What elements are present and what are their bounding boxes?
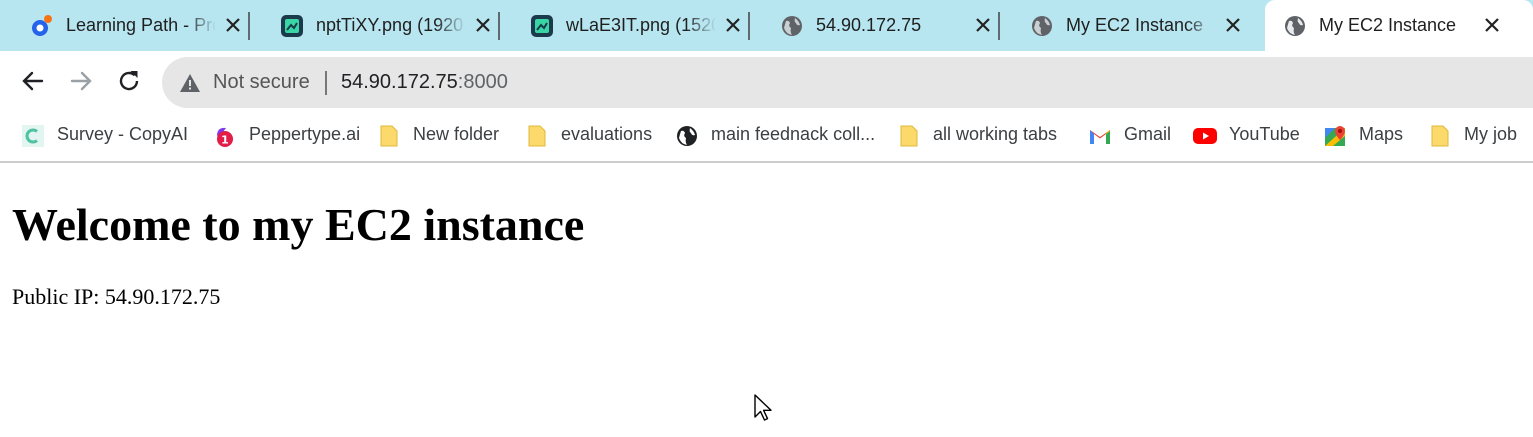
public-ip-text: Public IP: 54.90.172.75 bbox=[12, 284, 221, 309]
globe-icon bbox=[782, 16, 802, 36]
bookmark-label: Peppertype.ai bbox=[249, 124, 361, 144]
gmail-icon bbox=[1090, 130, 1110, 144]
bookmark-label: all working tabs bbox=[933, 124, 1058, 144]
product-logo-icon bbox=[32, 15, 52, 36]
close-icon[interactable] bbox=[974, 16, 992, 34]
tab-title: My EC2 Instance bbox=[1319, 15, 1457, 35]
tab-title: Learning Path - Product bbox=[66, 15, 216, 35]
bookmark-label: Survey - CopyAI bbox=[57, 124, 189, 144]
close-icon[interactable] bbox=[224, 16, 242, 34]
folder-icon bbox=[380, 125, 398, 147]
url-text[interactable]: 54.90.172.75:8000 bbox=[341, 71, 508, 94]
close-icon[interactable] bbox=[1224, 16, 1242, 34]
tab-my-ec2-instance-active[interactable]: My EC2 Instance bbox=[1265, 0, 1533, 51]
maps-icon bbox=[1325, 126, 1345, 146]
tab-title: My EC2 Instance bbox=[1066, 15, 1204, 35]
tab-strip: Learning Path - Product nptTiXY.png (192… bbox=[0, 0, 1533, 51]
globe-icon bbox=[1285, 16, 1305, 36]
globe-icon bbox=[677, 126, 697, 146]
bookmark-label: My job bbox=[1464, 124, 1518, 144]
back-arrow-icon[interactable] bbox=[18, 66, 48, 96]
bookmark-label: main feednack coll... bbox=[711, 124, 876, 144]
tab-title: nptTiXY.png (1920×1080) bbox=[316, 15, 466, 35]
folder-icon bbox=[528, 125, 546, 147]
url-host: 54.90.172.75 bbox=[341, 71, 458, 93]
tab-learning-path[interactable]: Learning Path - Product bbox=[0, 0, 250, 51]
image-file-icon bbox=[531, 15, 553, 37]
tab-ip-address[interactable]: 54.90.172.75 bbox=[750, 0, 1000, 51]
close-icon[interactable] bbox=[474, 16, 492, 34]
browser-toolbar: Not secure 54.90.172.75:8000 bbox=[0, 51, 1533, 114]
tab-my-ec2-instance[interactable]: My EC2 Instance bbox=[1000, 0, 1250, 51]
divider bbox=[325, 71, 327, 95]
bookmark-label: Maps bbox=[1359, 124, 1404, 144]
image-file-icon bbox=[281, 15, 303, 37]
close-icon[interactable] bbox=[1483, 16, 1501, 34]
warning-icon[interactable] bbox=[179, 72, 201, 94]
peppertype-icon: 1 bbox=[217, 127, 233, 147]
address-bar[interactable]: Not secure 54.90.172.75:8000 bbox=[162, 57, 1533, 108]
mouse-cursor-icon bbox=[754, 394, 772, 421]
bookmark-label: evaluations bbox=[561, 124, 653, 144]
bookmark-label: New folder bbox=[413, 124, 500, 144]
page-heading: Welcome to my EC2 instance bbox=[12, 199, 585, 250]
bookmark-label: YouTube bbox=[1229, 124, 1300, 144]
svg-text:1: 1 bbox=[221, 134, 229, 147]
folder-icon bbox=[900, 125, 918, 147]
tab-title: wLaE3IT.png (1520×1080) bbox=[566, 15, 716, 35]
tab-npttixy-png[interactable]: nptTiXY.png (1920×1080) bbox=[250, 0, 500, 51]
copyai-icon bbox=[22, 125, 44, 147]
reload-icon[interactable] bbox=[114, 66, 144, 96]
url-port: :8000 bbox=[457, 71, 508, 93]
close-icon[interactable] bbox=[724, 16, 742, 34]
bookmarks-bar: Survey - CopyAI 1 Peppertype.ai New fold… bbox=[0, 114, 1533, 163]
bookmark-label: Gmail bbox=[1124, 124, 1172, 144]
security-status-label[interactable]: Not secure bbox=[213, 71, 310, 94]
folder-icon bbox=[1431, 125, 1449, 147]
tab-wlae3it-png[interactable]: wLaE3IT.png (1520×1080) bbox=[500, 0, 750, 51]
tab-title: 54.90.172.75 bbox=[816, 15, 922, 35]
forward-arrow-icon[interactable] bbox=[66, 66, 96, 96]
globe-icon bbox=[1032, 16, 1052, 36]
youtube-icon bbox=[1193, 128, 1217, 144]
